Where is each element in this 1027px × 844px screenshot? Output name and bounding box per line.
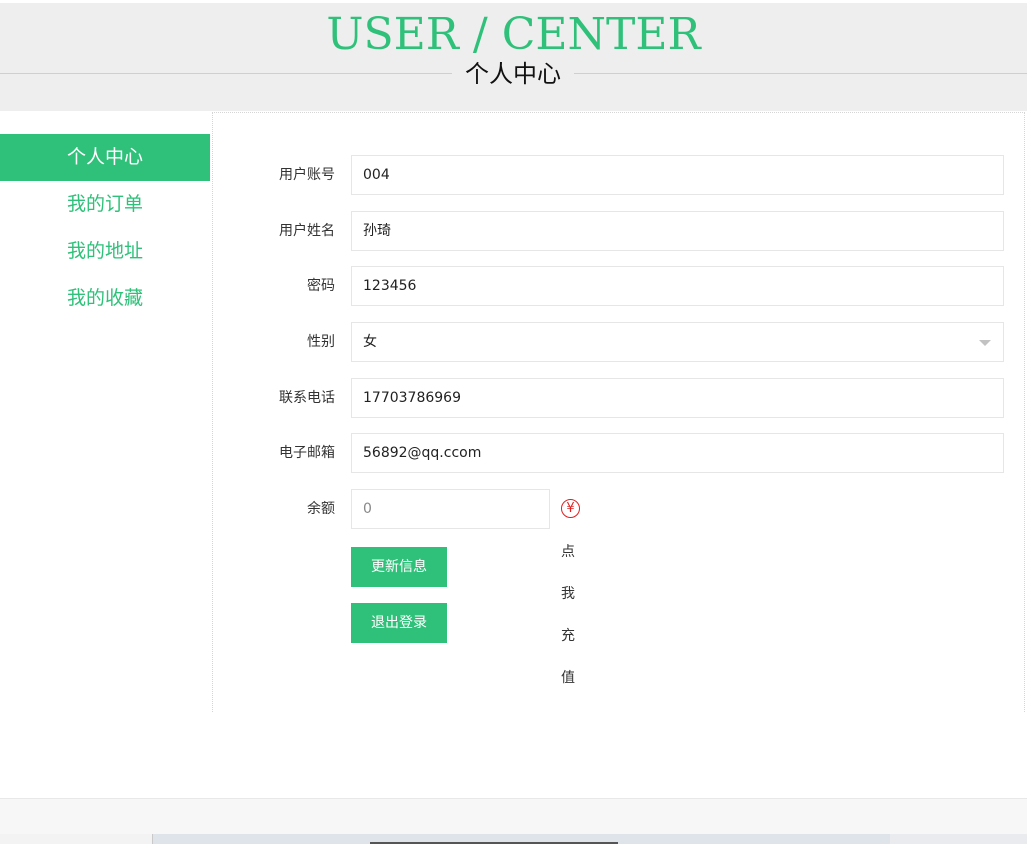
- sidebar-item-my-address[interactable]: 我的地址: [0, 228, 210, 275]
- account-label: 用户账号: [279, 167, 335, 183]
- yen-icon: ¥: [561, 498, 580, 518]
- taskbar-segment: [890, 834, 1027, 844]
- chevron-down-icon: [979, 340, 991, 346]
- user-center-page: USER / CENTER 个人中心 个人中心 我的订单 我的地址 我的收藏 用…: [0, 0, 1027, 844]
- sidebar-item-my-orders[interactable]: 我的订单: [0, 181, 210, 228]
- recharge-label: 点我充值: [561, 544, 575, 686]
- phone-label: 联系电话: [279, 390, 335, 406]
- recharge-link[interactable]: ¥ 点我充值: [561, 489, 584, 686]
- taskbar-segment: [0, 834, 153, 844]
- password-label: 密码: [307, 278, 335, 294]
- name-input[interactable]: 孙琦: [351, 211, 1004, 251]
- name-label: 用户姓名: [279, 223, 335, 239]
- header-title-en: USER / CENTER: [326, 9, 701, 60]
- sidebar-nav: 个人中心 我的订单 我的地址 我的收藏: [0, 134, 210, 322]
- gender-select[interactable]: 女: [351, 322, 1004, 362]
- page-header: USER / CENTER 个人中心: [0, 3, 1027, 111]
- sidebar-item-user-center[interactable]: 个人中心: [0, 134, 210, 181]
- gender-selected-value: 女: [363, 334, 377, 350]
- profile-form-panel: 用户账号 004 用户姓名 孙琦 密码 123456 性别 女 联系电话 177…: [212, 112, 1025, 712]
- email-label: 电子邮箱: [279, 445, 335, 461]
- balance-input[interactable]: 0: [351, 489, 550, 529]
- sidebar-item-my-favorites[interactable]: 我的收藏: [0, 275, 210, 322]
- os-taskbar: [0, 834, 1027, 844]
- phone-input[interactable]: 17703786969: [351, 378, 1004, 418]
- password-input[interactable]: 123456: [351, 266, 1004, 306]
- page-footer: [0, 798, 1027, 835]
- gender-label: 性别: [307, 334, 335, 350]
- update-info-button[interactable]: 更新信息: [351, 547, 447, 587]
- header-title-cn: 个人中心: [452, 58, 574, 90]
- logout-button[interactable]: 退出登录: [351, 603, 447, 643]
- email-input[interactable]: 56892@qq.ccom: [351, 433, 1004, 473]
- account-input[interactable]: 004: [351, 155, 1004, 195]
- balance-label: 余额: [307, 501, 335, 517]
